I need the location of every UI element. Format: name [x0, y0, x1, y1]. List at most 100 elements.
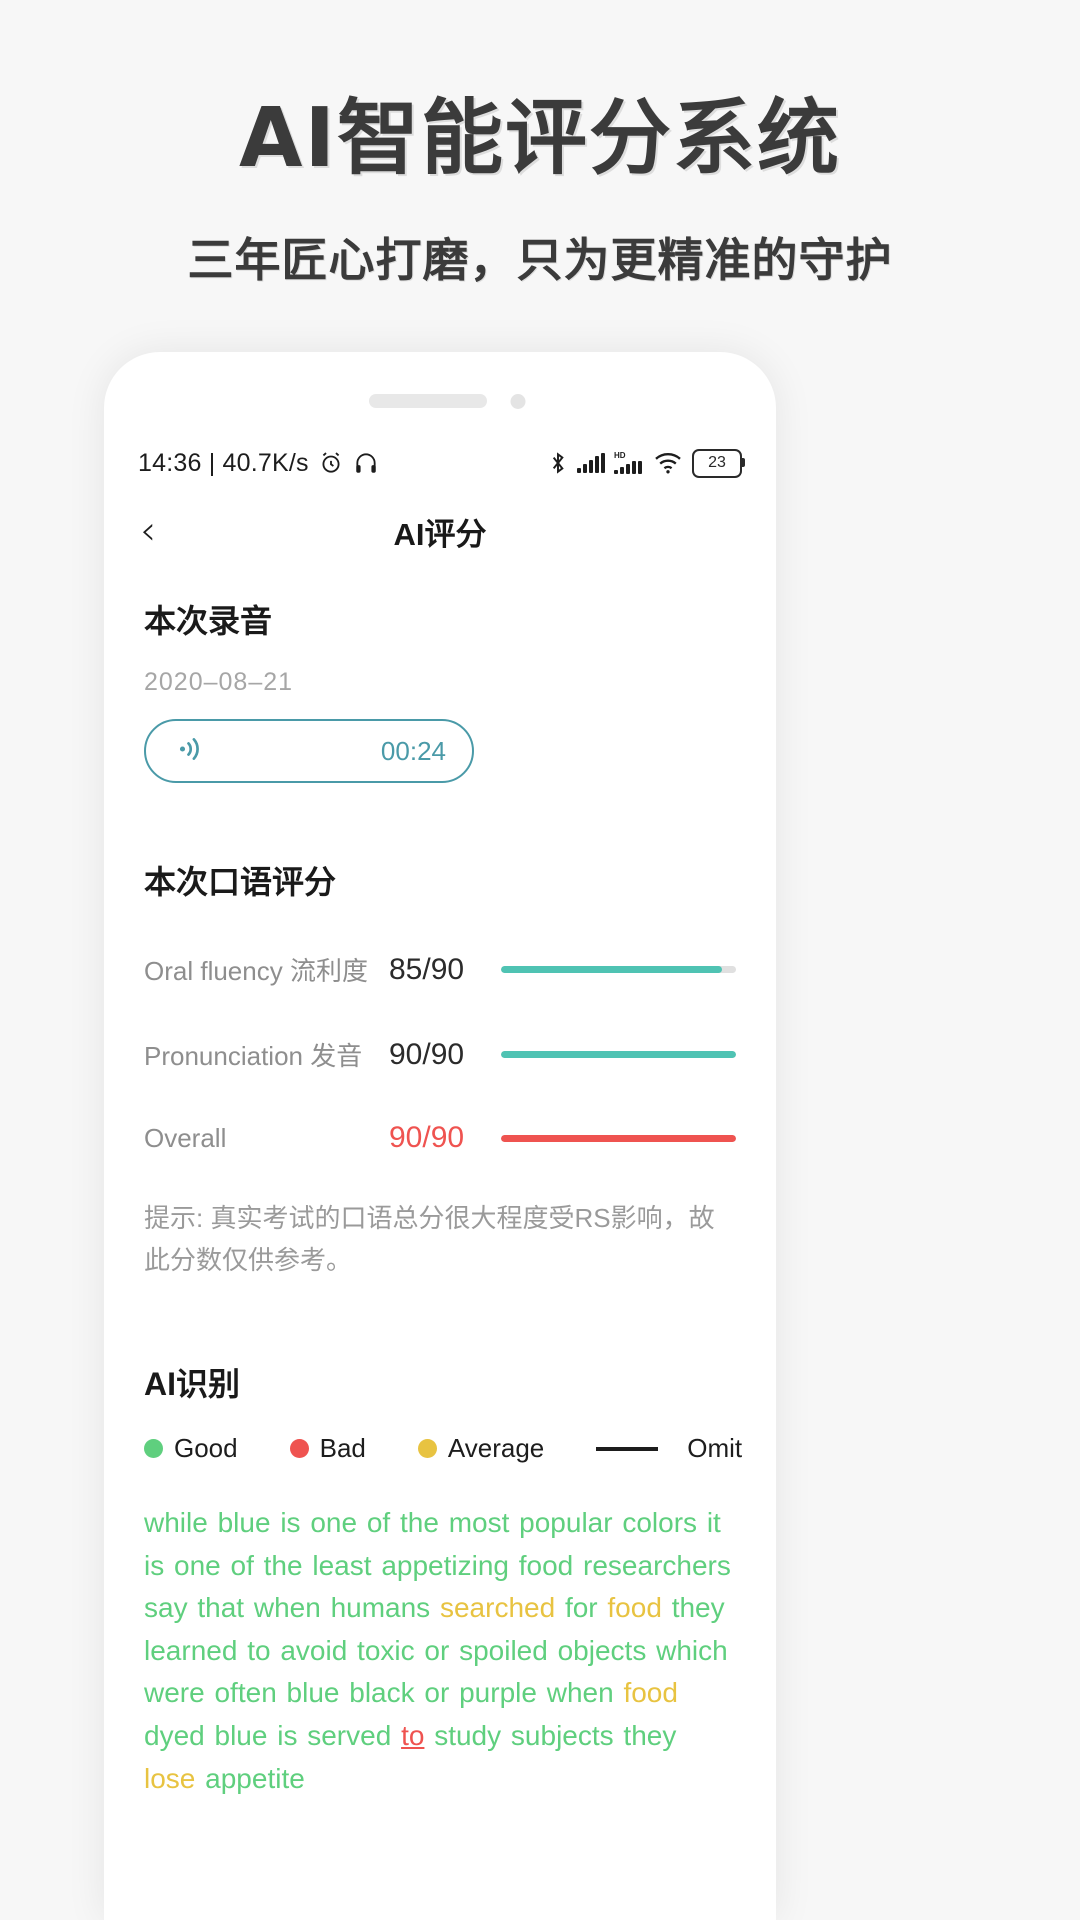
phone-mockup: 14:36 | 40.7K/s HD 23 ‹ AI评分 本次录音 2020–0…: [104, 352, 776, 1920]
recording-date: 2020–08–21: [144, 668, 294, 696]
legend-dot-icon: [289, 1439, 309, 1459]
transcript-word: to: [247, 1634, 271, 1666]
transcript-word: it: [706, 1507, 721, 1539]
transcript-word: popular: [519, 1507, 613, 1539]
transcript-word: one: [310, 1507, 358, 1539]
wifi-icon: [653, 451, 683, 475]
status-bar-right: HD 23: [548, 448, 745, 478]
transcript-word: black: [349, 1677, 415, 1709]
headphone-icon: [353, 450, 379, 476]
transcript-word: searched: [439, 1592, 556, 1624]
transcript-word: of: [366, 1507, 391, 1539]
section-title-scoring: 本次口语评分: [144, 864, 337, 900]
legend-label: Good: [174, 1433, 238, 1464]
transcript-word: is: [144, 1549, 165, 1581]
score-progress-fill: [501, 966, 722, 973]
page-title: AI智能评分系统: [239, 91, 841, 186]
transcript-word: researchers: [583, 1549, 731, 1581]
transcript-word: learned: [144, 1634, 238, 1666]
status-time-and-speed: 14:36 | 40.7K/s: [138, 448, 309, 477]
score-value: 90/90: [389, 1121, 465, 1154]
audio-wave-icon: [172, 731, 208, 772]
score-label: Overall: [144, 1122, 227, 1153]
legend: Good Bad Average Omit: [144, 1433, 742, 1464]
transcript-word: blue: [214, 1719, 268, 1751]
score-progress-track: [501, 966, 736, 973]
alarm-clock-icon: [318, 450, 344, 476]
transcript-word: most: [448, 1507, 510, 1539]
score-progress-track: [501, 1051, 736, 1058]
transcript-word: colors: [622, 1507, 698, 1539]
transcript-word: when: [253, 1592, 321, 1624]
transcript-word: to: [401, 1719, 425, 1751]
score-value: 85/90: [389, 952, 465, 986]
transcript-word: often: [214, 1677, 277, 1709]
transcript-word: say: [144, 1592, 188, 1624]
back-chevron-icon[interactable]: ‹: [140, 511, 180, 551]
transcript-word: blue: [217, 1507, 271, 1539]
transcript-word: appetizing: [381, 1549, 509, 1581]
status-bar: 14:36 | 40.7K/s HD 23: [104, 434, 776, 492]
section-title-recording: 本次录音: [144, 603, 273, 639]
transcript-word: the: [263, 1549, 303, 1581]
legend-item-good: Good: [144, 1433, 238, 1464]
transcript-word: while: [144, 1507, 208, 1539]
bluetooth-icon: [548, 450, 568, 476]
battery-indicator: 23: [692, 448, 745, 478]
transcript-word: food: [518, 1549, 574, 1581]
transcript-word: blue: [286, 1677, 340, 1709]
transcript-word: subjects: [510, 1719, 614, 1751]
signal-bars-icon: [577, 451, 605, 475]
transcript-word: food: [607, 1592, 662, 1624]
transcript-word: of: [230, 1549, 254, 1581]
legend-line-icon: [596, 1446, 659, 1451]
transcript-word: least: [312, 1549, 372, 1581]
transcript-word: the: [399, 1507, 439, 1539]
transcript-word: dyed: [144, 1719, 205, 1751]
score-progress-track: [501, 1134, 736, 1142]
score-label: Pronunciation 发音: [144, 1041, 363, 1071]
transcript-word: purple: [459, 1677, 537, 1709]
battery-level-label: 23: [708, 454, 726, 471]
transcript-word: were: [144, 1677, 205, 1709]
audio-duration: 00:24: [380, 735, 446, 766]
score-value: 90/90: [389, 1037, 465, 1071]
transcript-word: which: [656, 1634, 728, 1666]
transcript-word: or: [424, 1634, 450, 1666]
front-camera-icon: [510, 394, 526, 409]
status-bar-left: 14:36 | 40.7K/s: [138, 449, 379, 478]
transcript-word: they: [623, 1719, 677, 1751]
nav-title: AI评分: [393, 516, 487, 552]
transcript-word: one: [174, 1549, 221, 1581]
transcript-word: or: [424, 1677, 450, 1709]
phone-top-bezel: [104, 352, 776, 434]
score-progress-fill: [501, 1134, 736, 1142]
earpiece-speaker-icon: [369, 394, 487, 408]
legend-dot-icon: [144, 1439, 163, 1459]
page-subtitle: 三年匠心打磨，只为更精准的守护: [187, 233, 893, 288]
transcript-word: is: [277, 1719, 298, 1751]
score-progress-fill: [501, 1051, 736, 1058]
section-title-recognition: AI识别: [144, 1366, 241, 1403]
legend-item-average: Average: [417, 1433, 545, 1464]
transcript-word: avoid: [280, 1634, 348, 1666]
hd-signal-bars-icon: HD: [614, 450, 644, 476]
legend-label: Average: [447, 1433, 545, 1464]
score-label: Oral fluency 流利度: [144, 956, 368, 986]
transcript-word: that: [197, 1592, 245, 1624]
legend-item-omit: Omit: [596, 1433, 742, 1464]
transcript-word: study: [434, 1719, 502, 1751]
score-row: Pronunciation 发音 90/90: [144, 1036, 736, 1073]
legend-label: Bad: [319, 1433, 366, 1464]
app-nav-bar: ‹ AI评分: [104, 492, 776, 570]
transcript-word: is: [280, 1507, 301, 1539]
promo-header: AI智能评分系统 三年匠心打磨，只为更精准的守护: [0, 0, 1080, 290]
legend-dot-icon: [417, 1439, 437, 1459]
transcript-word: food: [623, 1677, 678, 1709]
transcript-word: spoiled: [459, 1634, 548, 1666]
transcript-word: appetite: [205, 1762, 305, 1794]
scoring-tip-text: 提示: 真实考试的口语总分很大程度受RS影响，故此分数仅供参考。: [144, 1203, 715, 1276]
transcript-word: toxic: [357, 1634, 415, 1666]
transcript-word: lose: [144, 1762, 196, 1794]
audio-player-button[interactable]: 00:24: [144, 719, 474, 783]
